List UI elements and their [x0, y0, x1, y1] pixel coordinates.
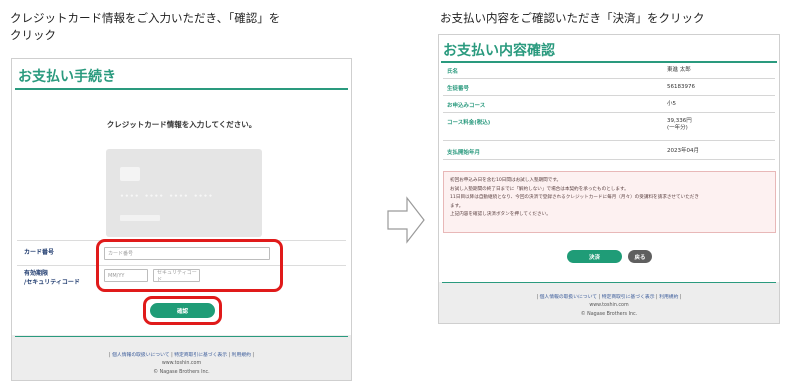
terms-link[interactable]: 利用規約	[232, 353, 251, 358]
notice-box: 初回お申込み日を含む10日間はお試し入塾期間です。 お試し入塾期間の終了日までに…	[443, 171, 776, 233]
info-row-course-fee: コース料金(税込) 39,336円 (一年分)	[443, 113, 775, 141]
privacy-link[interactable]: 個人情報の取扱いについて	[112, 353, 169, 358]
footer-divider	[15, 336, 348, 337]
back-button[interactable]: 戻る	[628, 250, 652, 263]
commerce-law-link[interactable]: 特定商取引に基づく表示	[174, 353, 227, 358]
info-value: 56183976	[667, 84, 695, 90]
page-title: お支払い手続き	[18, 69, 116, 85]
card-number-label: カード番号	[24, 249, 55, 256]
info-value: 小5	[667, 101, 676, 107]
info-label: 氏名	[447, 69, 459, 75]
footer-links: | 個人情報の取扱いについて | 特定商取引に基づく表示 | 利用規約 |	[536, 295, 682, 300]
expiry-label-line1: 有効期限	[24, 270, 49, 277]
left-caption-line2: クリック	[10, 28, 56, 42]
payment-confirmation-screen: お支払い内容確認 氏名 東進 太郎 生徒番号 56183976 お申込みコース …	[438, 34, 780, 324]
info-row-start-month: 支払開始年月 2023年04月	[443, 141, 775, 160]
notice-line: 初回お申込み日を含む10日間はお試し入塾期間です。	[450, 178, 562, 183]
right-arrow-icon	[387, 196, 425, 244]
expiry-label: 有効期限 /セキュリティコード	[24, 269, 80, 287]
highlight-confirm-button	[143, 296, 222, 325]
left-caption-line1: クレジットカード情報をご入力いただき､「確認」を	[10, 11, 281, 25]
terms-link[interactable]: 利用規約	[659, 295, 678, 300]
settle-button[interactable]: 決済	[567, 250, 622, 263]
info-row-name: 氏名 東進 太郎	[443, 63, 775, 79]
info-label: お申込みコース	[447, 103, 486, 109]
commerce-law-link[interactable]: 特定商取引に基づく表示	[602, 295, 655, 300]
footer-url[interactable]: www.toshin.com	[439, 303, 779, 308]
card-chip-icon	[120, 167, 140, 181]
footer-copyright: © Nagase Brothers Inc.	[580, 312, 638, 317]
notice-line: 11日目以降は自動継続となり、今回の決済で登録されるクレジットカードに毎月（月々…	[450, 195, 699, 201]
privacy-link[interactable]: 個人情報の取扱いについて	[540, 295, 597, 300]
left-caption: クレジットカード情報をご入力いただき､「確認」を クリック	[10, 10, 355, 44]
info-label: コース料金(税込)	[447, 120, 491, 126]
info-value: 2023年04月	[667, 148, 699, 154]
info-row-student-number: 生徒番号 56183976	[443, 79, 775, 96]
footer-links: | 個人情報の取扱いについて | 特定商取引に基づく表示 | 利用規約 |	[108, 353, 255, 358]
info-label: 支払開始年月	[447, 150, 481, 156]
notice-line: 上記内容を確認し決済ボタンを押してください。	[450, 212, 551, 218]
fee-period: (一年分)	[667, 125, 688, 131]
highlight-card-inputs	[96, 239, 283, 292]
page-title: お支払い内容確認	[443, 43, 555, 59]
footer-copyright: © Nagase Brothers Inc.	[153, 370, 210, 375]
info-value: 39,336円 (一年分)	[667, 118, 692, 132]
info-value: 東進 太郎	[667, 67, 691, 73]
card-digits: •••• •••• •••• ••••	[120, 192, 214, 200]
info-label: 生徒番号	[447, 86, 470, 92]
footer-divider	[442, 282, 776, 283]
instruction-text: クレジットカード情報を入力してください。	[106, 120, 257, 129]
fee-amount: 39,336円	[667, 118, 692, 124]
right-caption: お支払い内容をご確認いただき「決済」をクリック	[440, 11, 705, 25]
notice-line: お試し入塾期間の終了日までに「解約しない」で場合は本契約を承ったものとします。	[450, 186, 629, 192]
info-row-course: お申込みコース 小5	[443, 96, 775, 113]
card-name-bar	[120, 215, 160, 221]
title-divider	[15, 88, 348, 90]
footer-url[interactable]: www.toshin.com	[12, 361, 351, 366]
expiry-label-line2: /セキュリティコード	[24, 279, 80, 286]
notice-line: ます。	[450, 203, 464, 209]
credit-card-icon: •••• •••• •••• ••••	[106, 149, 262, 237]
payment-procedure-screen: お支払い手続き クレジットカード情報を入力してください。 •••• •••• •…	[11, 58, 352, 381]
